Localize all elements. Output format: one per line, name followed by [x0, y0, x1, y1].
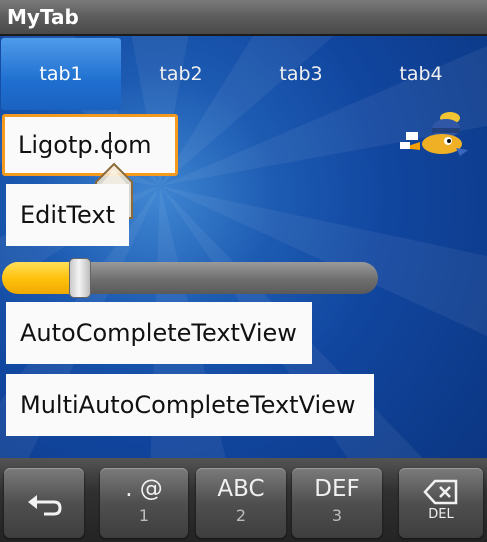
backspace-icon [423, 479, 458, 505]
tab-2[interactable]: tab2 [121, 38, 241, 110]
edit-text-value: EditText [20, 201, 116, 229]
autocomplete-text-field[interactable]: AutoCompleteTextView [6, 302, 312, 364]
delete-key-label: DEL [428, 507, 454, 522]
key-1-label: . @ [125, 476, 163, 502]
key-1[interactable]: . @ 1 [100, 468, 188, 538]
keyboard: . @ 1 ABC 2 DEF 3 DEL [0, 458, 487, 542]
title-bar: MyTab [0, 0, 487, 36]
key-1-number: 1 [138, 506, 150, 525]
tab-1[interactable]: tab1 [1, 38, 121, 110]
delete-key[interactable]: DEL [399, 468, 483, 538]
tab-3[interactable]: tab3 [241, 38, 361, 110]
key-2[interactable]: ABC 2 [196, 468, 286, 538]
key-3-number: 3 [331, 506, 343, 525]
edit-text-field[interactable]: EditText [6, 184, 129, 246]
key-2-number: 2 [235, 506, 247, 525]
app-title: MyTab [7, 5, 79, 29]
multi-autocomplete-value: MultiAutoCompleteTextView [20, 391, 356, 419]
text-caret [109, 132, 111, 159]
content-area: tab1 tab2 tab3 tab4 Ligotp.com EditText … [0, 36, 487, 458]
key-3-label: DEF [314, 476, 360, 502]
mascot-icon [400, 112, 468, 156]
multi-autocomplete-text-field[interactable]: MultiAutoCompleteTextView [6, 374, 374, 436]
url-text-field[interactable]: Ligotp.com [2, 114, 178, 176]
url-field-value: Ligotp.com [18, 131, 152, 159]
seekbar-thumb[interactable] [69, 258, 92, 298]
return-arrow-icon [28, 495, 62, 516]
key-2-label: ABC [217, 476, 265, 502]
return-key[interactable] [4, 468, 84, 538]
tab-4[interactable]: tab4 [361, 38, 481, 110]
seekbar-track[interactable] [2, 262, 378, 294]
key-3[interactable]: DEF 3 [292, 468, 382, 538]
autocomplete-value: AutoCompleteTextView [20, 319, 297, 347]
